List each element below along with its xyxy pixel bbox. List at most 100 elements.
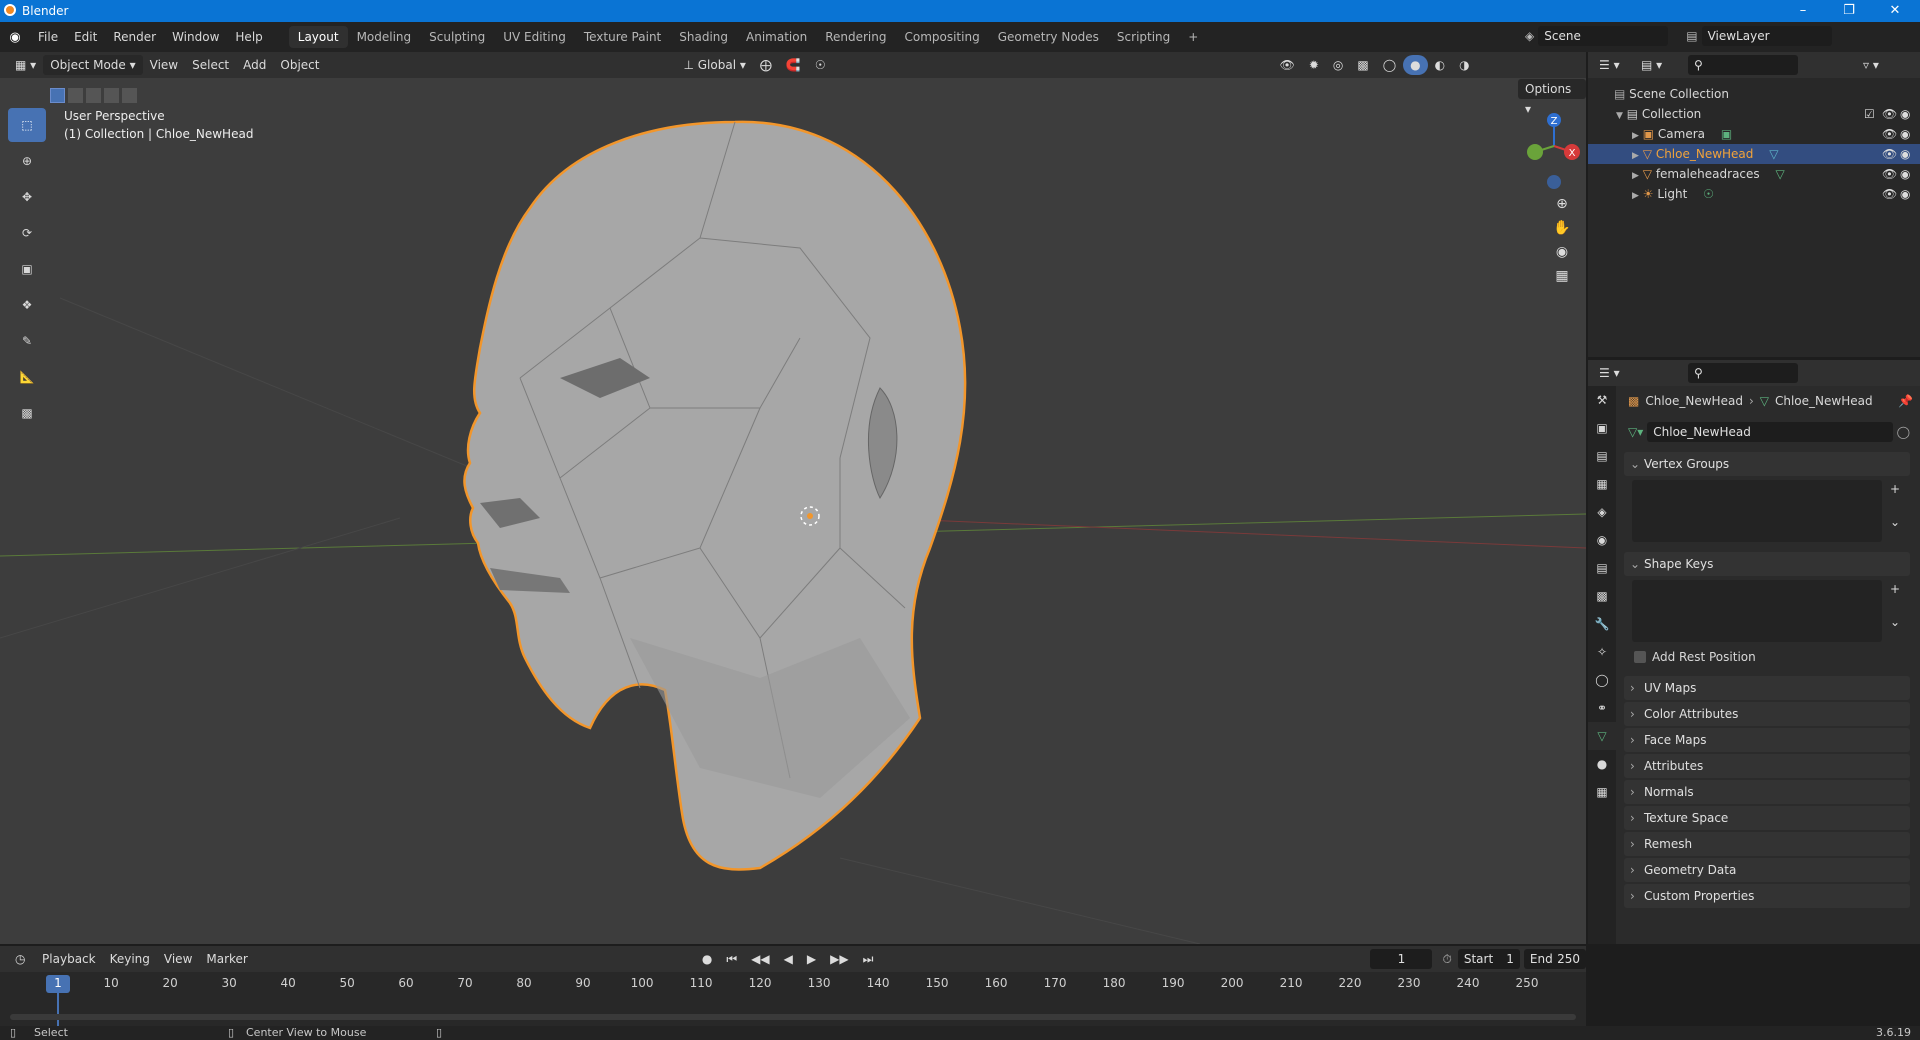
checkbox-icon[interactable]: ☑ xyxy=(1864,104,1875,124)
menu-object[interactable]: Object xyxy=(273,55,326,75)
play-reverse-icon[interactable]: ◀ xyxy=(777,949,800,969)
tool-tab-icon[interactable]: ⚒ xyxy=(1588,386,1616,414)
prev-keyframe-icon[interactable]: ◀◀ xyxy=(744,949,776,969)
xray-icon[interactable]: ▩ xyxy=(1350,55,1375,75)
menu-view[interactable]: View xyxy=(143,55,185,75)
output-tab-icon[interactable]: ▤ xyxy=(1588,442,1616,470)
measure-tool[interactable]: 📐 xyxy=(8,360,46,394)
properties-editor-icon[interactable]: ☰ ▾ xyxy=(1592,363,1627,383)
menu-select[interactable]: Select xyxy=(185,55,236,75)
ortho-grid-icon[interactable]: ▦ xyxy=(1555,268,1568,284)
mode-selector[interactable]: Object Mode ▾ xyxy=(43,55,143,75)
panel-face-maps[interactable]: › Face Maps xyxy=(1624,728,1910,752)
timeline-scrollbar[interactable] xyxy=(10,1014,1576,1020)
display-mode-icon[interactable]: ▤ ▾ xyxy=(1634,55,1669,75)
next-keyframe-icon[interactable]: ▶▶ xyxy=(823,949,855,969)
transform-tool[interactable]: ❖ xyxy=(8,288,46,322)
blender-menu-icon[interactable]: ◉ xyxy=(0,30,30,45)
visibility-icon[interactable]: 👁 xyxy=(1273,55,1302,75)
tab-sculpting[interactable]: Sculpting xyxy=(420,26,494,48)
properties-search-input[interactable]: ⚲ xyxy=(1688,363,1798,383)
tab-uv-editing[interactable]: UV Editing xyxy=(494,26,575,48)
record-icon[interactable]: ● xyxy=(695,949,719,969)
panel-texture-space[interactable]: › Texture Space xyxy=(1624,806,1910,830)
overlay-toggle-icon[interactable]: ◎ xyxy=(1326,55,1350,75)
add-cube-tool[interactable]: ▩ xyxy=(8,396,46,430)
play-icon[interactable]: ▶ xyxy=(800,949,823,969)
tab-modeling[interactable]: Modeling xyxy=(348,26,421,48)
camera-view-icon[interactable]: ◉ xyxy=(1556,244,1568,260)
scene-selector[interactable]: Scene xyxy=(1538,26,1669,46)
panel-uv-maps[interactable]: › UV Maps xyxy=(1624,676,1910,700)
menu-window[interactable]: Window xyxy=(164,26,227,48)
outliner-editor-icon[interactable]: ☰ ▾ xyxy=(1592,55,1627,75)
outliner-row-femaleheadraces[interactable]: ▶ ▽ femaleheadraces ▽ 👁 ◉ xyxy=(1588,164,1920,184)
panel-color-attributes[interactable]: › Color Attributes xyxy=(1624,702,1910,726)
texture-tab-icon[interactable]: ▦ xyxy=(1588,778,1616,806)
outliner-search-input[interactable]: ⚲ xyxy=(1688,55,1798,75)
expand-right-icon[interactable]: ▶ xyxy=(1632,131,1639,141)
expand-right-icon[interactable]: ▶ xyxy=(1632,191,1639,201)
shading-solid-icon[interactable]: ● xyxy=(1403,55,1428,75)
shape-keys-list[interactable] xyxy=(1632,580,1882,642)
jump-start-icon[interactable]: ⏮ xyxy=(719,949,744,969)
view-layer-selector[interactable]: ViewLayer xyxy=(1701,26,1832,46)
stopwatch-icon[interactable]: ⏱ xyxy=(1442,952,1451,967)
view-layer-tab-icon[interactable]: ▦ xyxy=(1588,470,1616,498)
menu-help[interactable]: Help xyxy=(227,26,270,48)
scale-tool[interactable]: ▣ xyxy=(8,252,46,286)
eye-icon[interactable]: 👁 xyxy=(1882,184,1897,204)
particles-tab-icon[interactable]: ✧ xyxy=(1588,638,1616,666)
mesh-name-field[interactable]: Chloe_NewHead xyxy=(1647,422,1893,442)
add-workspace-button[interactable]: + xyxy=(1179,26,1207,48)
tab-compositing[interactable]: Compositing xyxy=(895,26,988,48)
tab-shading[interactable]: Shading xyxy=(670,26,737,48)
mesh-browse-icon[interactable]: ▽▾ xyxy=(1628,425,1643,439)
tab-scripting[interactable]: Scripting xyxy=(1108,26,1179,48)
pin-icon[interactable]: 📌 xyxy=(1898,394,1913,408)
pan-hand-icon[interactable]: ✋ xyxy=(1553,220,1570,236)
eye-icon[interactable]: 👁 xyxy=(1882,104,1897,124)
eye-icon[interactable]: 👁 xyxy=(1882,144,1897,164)
playback-menu[interactable]: Playback ▾ xyxy=(35,949,103,986)
annotate-tool[interactable]: ✎ xyxy=(8,324,46,358)
start-frame-field[interactable]: Start 1 xyxy=(1457,949,1520,969)
menu-render[interactable]: Render xyxy=(105,26,164,48)
panel-geometry-data[interactable]: › Geometry Data xyxy=(1624,858,1910,882)
gizmo-toggle-icon[interactable]: ✹ xyxy=(1302,55,1326,75)
eye-icon[interactable]: 👁 xyxy=(1882,164,1897,184)
eye-icon[interactable]: 👁 xyxy=(1882,124,1897,144)
expand-right-icon[interactable]: ▶ xyxy=(1632,171,1639,181)
menu-file[interactable]: File xyxy=(30,26,66,48)
shading-rendered-icon[interactable]: ◑ xyxy=(1452,55,1476,75)
panel-remesh[interactable]: › Remesh xyxy=(1624,832,1910,856)
timeline-view-menu[interactable]: View xyxy=(157,949,199,969)
fake-user-icon[interactable]: ◯ xyxy=(1897,425,1910,439)
outliner-row-light[interactable]: ▶ ☀ Light ☉ 👁 ◉ xyxy=(1588,184,1920,204)
outliner-row-camera[interactable]: ▶ ▣ Camera ▣ 👁 ◉ xyxy=(1588,124,1920,144)
filter-icon[interactable]: ▿ ▾ xyxy=(1856,55,1886,75)
minimize-icon[interactable]: – xyxy=(1780,0,1826,22)
vertex-groups-list[interactable] xyxy=(1632,480,1882,542)
shading-material-icon[interactable]: ◐ xyxy=(1428,55,1452,75)
tab-texture-paint[interactable]: Texture Paint xyxy=(575,26,670,48)
cursor-tool[interactable]: ⊕ xyxy=(8,144,46,178)
expand-right-icon[interactable]: ▶ xyxy=(1632,151,1639,161)
tab-geometry-nodes[interactable]: Geometry Nodes xyxy=(989,26,1108,48)
3d-viewport[interactable]: User Perspective (1) Collection | Chloe_… xyxy=(0,78,1586,944)
panel-custom-properties[interactable]: › Custom Properties xyxy=(1624,884,1910,908)
end-frame-field[interactable]: End 250 xyxy=(1523,949,1586,969)
camera-render-icon[interactable]: ◉ xyxy=(1900,124,1910,144)
render-tab-icon[interactable]: ▣ xyxy=(1588,414,1616,442)
move-tool[interactable]: ✥ xyxy=(8,180,46,214)
outliner-row-scene-collection[interactable]: ▤ Scene Collection xyxy=(1588,84,1920,104)
chevron-down-icon[interactable]: ⌄ xyxy=(1890,615,1900,629)
panel-normals[interactable]: › Normals xyxy=(1624,780,1910,804)
proportional-edit-icon[interactable]: ☉ xyxy=(808,55,833,75)
close-icon[interactable]: ✕ xyxy=(1872,0,1918,22)
modifier-tab-icon[interactable]: 🔧 xyxy=(1588,610,1616,638)
chevron-down-icon[interactable]: ⌄ xyxy=(1890,515,1900,529)
head-mesh[interactable] xyxy=(463,120,967,871)
snap-icon[interactable]: 🧲 xyxy=(779,55,808,75)
tab-animation[interactable]: Animation xyxy=(737,26,816,48)
